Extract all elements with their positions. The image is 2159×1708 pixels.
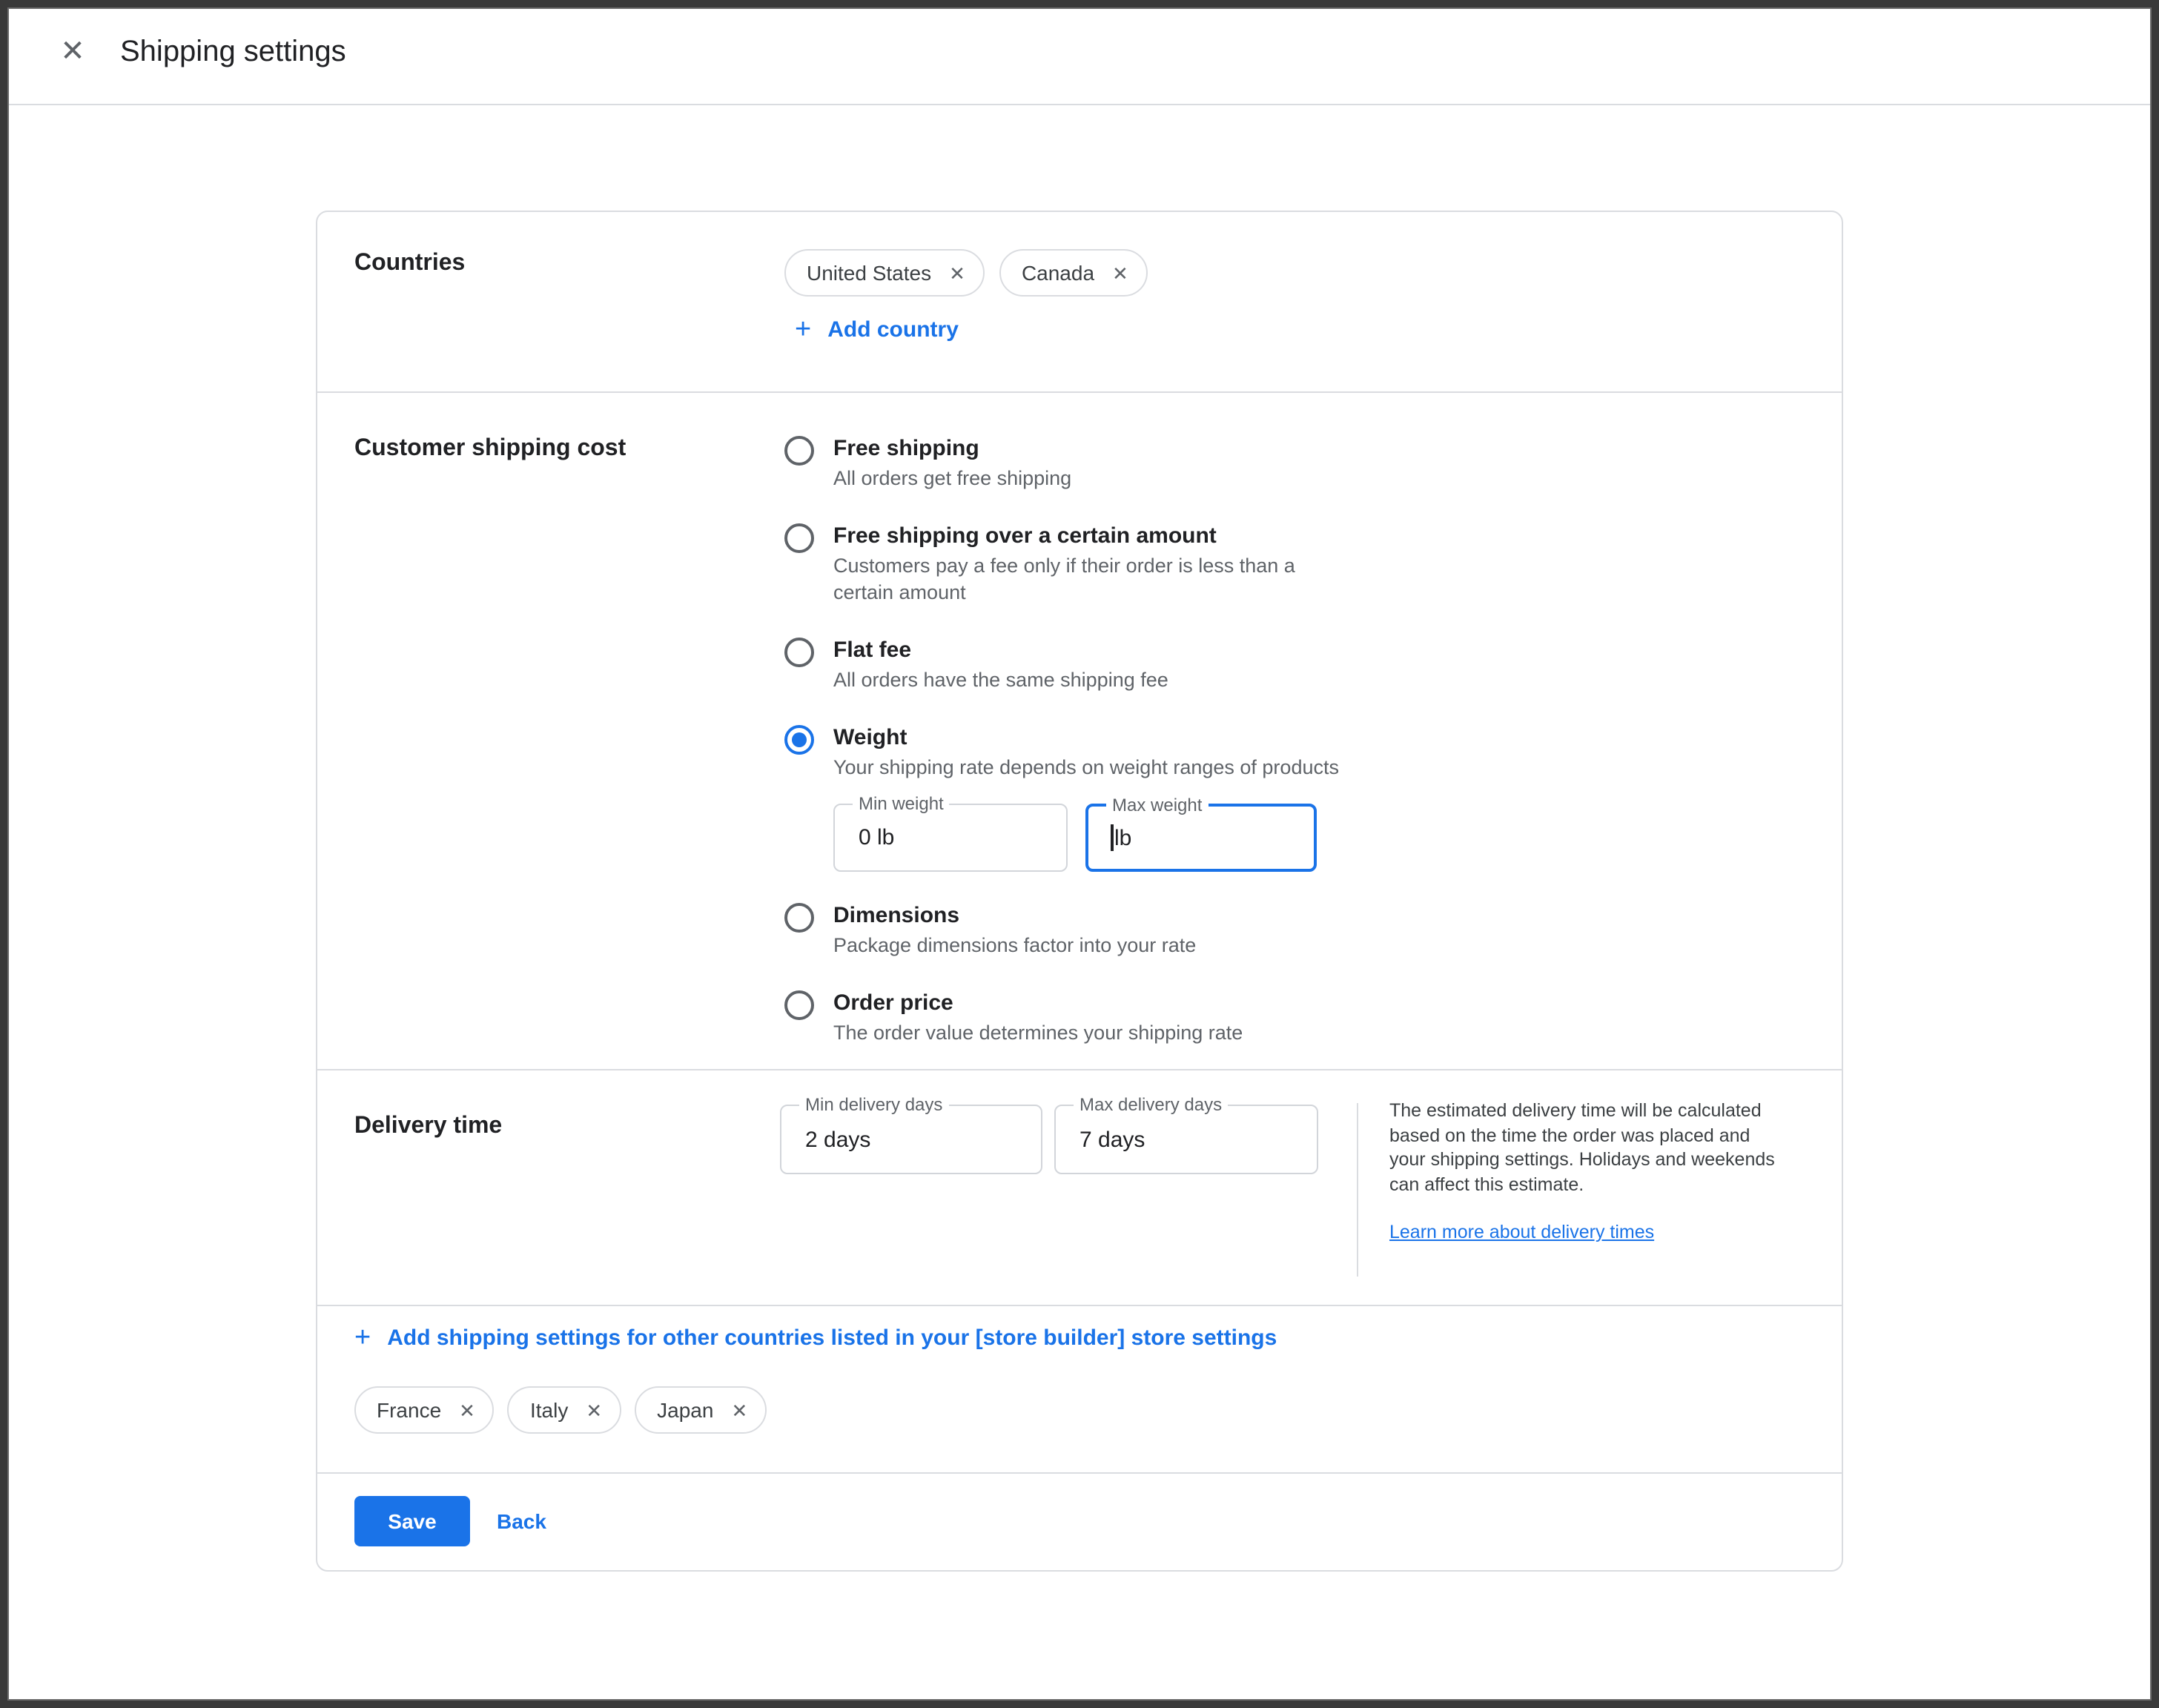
chip-remove-icon[interactable]: ✕ bbox=[949, 263, 965, 282]
option-description: Package dimensions factor into your rate bbox=[833, 933, 1196, 959]
min-delivery-days-field[interactable]: Min delivery days 2 days bbox=[780, 1105, 1042, 1174]
radio-option-flat-fee[interactable]: Flat fee All orders have the same shippi… bbox=[784, 636, 1808, 694]
min-weight-field[interactable]: Min weight 0 lb bbox=[833, 804, 1068, 872]
country-chip[interactable]: United States ✕ bbox=[784, 249, 985, 297]
chip-remove-icon[interactable]: ✕ bbox=[459, 1400, 475, 1420]
text-caret bbox=[1111, 824, 1113, 851]
settings-card: Countries United States ✕ Canada ✕ + Add… bbox=[316, 211, 1843, 1572]
shipping-cost-options: Free shipping All orders get free shippi… bbox=[784, 434, 1808, 1076]
option-description: Your shipping rate depends on weight ran… bbox=[833, 755, 1339, 781]
option-title: Free shipping over a certain amount bbox=[833, 522, 1338, 552]
delivery-learn-more-link[interactable]: Learn more about delivery times bbox=[1389, 1220, 1654, 1245]
max-weight-field[interactable]: Max weight lb bbox=[1085, 804, 1317, 872]
add-country-label: Add country bbox=[827, 317, 959, 342]
country-chip[interactable]: Italy ✕ bbox=[508, 1386, 621, 1434]
chip-remove-icon[interactable]: ✕ bbox=[586, 1400, 602, 1420]
field-label: Max delivery days bbox=[1074, 1096, 1228, 1115]
option-description: Customers pay a fee only if their order … bbox=[833, 553, 1338, 606]
back-button[interactable]: Back bbox=[497, 1496, 546, 1546]
chip-label: Italy bbox=[530, 1398, 568, 1422]
add-other-countries-label: Add shipping settings for other countrie… bbox=[387, 1325, 1277, 1351]
shipping-cost-label: Customer shipping cost bbox=[354, 436, 626, 463]
option-description: The order value determines your shipping… bbox=[833, 1020, 1243, 1047]
radio-option-free-over-amount[interactable]: Free shipping over a certain amount Cust… bbox=[784, 522, 1808, 606]
chip-label: Canada bbox=[1022, 261, 1094, 285]
add-other-countries-button[interactable]: + Add shipping settings for other countr… bbox=[354, 1324, 1277, 1352]
section-divider bbox=[317, 391, 1842, 393]
chip-label: Japan bbox=[657, 1398, 713, 1422]
other-countries-chip-row: France ✕ Italy ✕ Japan ✕ bbox=[354, 1386, 767, 1434]
section-divider bbox=[317, 1305, 1842, 1306]
save-button[interactable]: Save bbox=[354, 1496, 470, 1546]
field-label: Min weight bbox=[853, 795, 950, 814]
field-value: lb bbox=[1111, 824, 1131, 851]
top-bar: ✕ Shipping settings bbox=[0, 0, 2159, 105]
radio-option-free-shipping[interactable]: Free shipping All orders get free shippi… bbox=[784, 434, 1808, 492]
radio-button[interactable] bbox=[784, 523, 814, 553]
radio-button[interactable] bbox=[784, 436, 814, 466]
option-title: Free shipping bbox=[833, 434, 1071, 464]
chip-label: United States bbox=[807, 261, 931, 285]
radio-button[interactable] bbox=[784, 638, 814, 667]
delivery-note: The estimated delivery time will be calc… bbox=[1389, 1099, 1778, 1245]
countries-chip-row: United States ✕ Canada ✕ bbox=[784, 249, 1148, 297]
field-label: Max weight bbox=[1106, 796, 1208, 815]
radio-option-order-price[interactable]: Order price The order value determines y… bbox=[784, 989, 1808, 1047]
option-title: Flat fee bbox=[833, 636, 1168, 666]
max-delivery-days-field[interactable]: Max delivery days 7 days bbox=[1054, 1105, 1318, 1174]
add-country-button[interactable]: + Add country bbox=[795, 316, 959, 344]
radio-button[interactable] bbox=[784, 725, 814, 755]
delivery-note-text: The estimated delivery time will be calc… bbox=[1389, 1100, 1775, 1194]
chip-label: France bbox=[377, 1398, 441, 1422]
field-value: 0 lb bbox=[859, 825, 894, 850]
chip-remove-icon[interactable]: ✕ bbox=[731, 1400, 747, 1420]
countries-label: Countries bbox=[354, 251, 465, 277]
option-title: Dimensions bbox=[833, 901, 1196, 931]
radio-button[interactable] bbox=[784, 990, 814, 1020]
section-divider bbox=[317, 1069, 1842, 1070]
option-title: Weight bbox=[833, 724, 1339, 753]
section-divider bbox=[317, 1472, 1842, 1474]
field-label: Min delivery days bbox=[799, 1096, 948, 1115]
plus-icon: + bbox=[354, 1324, 371, 1352]
radio-option-weight[interactable]: Weight Your shipping rate depends on wei… bbox=[784, 724, 1808, 872]
vertical-divider bbox=[1357, 1103, 1358, 1277]
weight-fields-row: Min weight 0 lb Max weight lb bbox=[833, 804, 1339, 872]
plus-icon: + bbox=[795, 316, 811, 344]
field-value: 2 days bbox=[805, 1127, 870, 1152]
chip-remove-icon[interactable]: ✕ bbox=[1112, 263, 1128, 282]
option-description: All orders get free shipping bbox=[833, 466, 1071, 492]
radio-button[interactable] bbox=[784, 903, 814, 933]
option-title: Order price bbox=[833, 989, 1243, 1019]
delivery-time-label: Delivery time bbox=[354, 1113, 502, 1140]
shipping-settings-page: ✕ Shipping settings Countries United Sta… bbox=[0, 0, 2159, 1708]
country-chip[interactable]: Japan ✕ bbox=[635, 1386, 767, 1434]
page-title: Shipping settings bbox=[120, 0, 346, 104]
close-icon[interactable]: ✕ bbox=[53, 33, 92, 71]
country-chip[interactable]: France ✕ bbox=[354, 1386, 495, 1434]
field-value: 7 days bbox=[1080, 1127, 1145, 1152]
country-chip[interactable]: Canada ✕ bbox=[999, 249, 1148, 297]
radio-option-dimensions[interactable]: Dimensions Package dimensions factor int… bbox=[784, 901, 1808, 959]
option-description: All orders have the same shipping fee bbox=[833, 667, 1168, 694]
